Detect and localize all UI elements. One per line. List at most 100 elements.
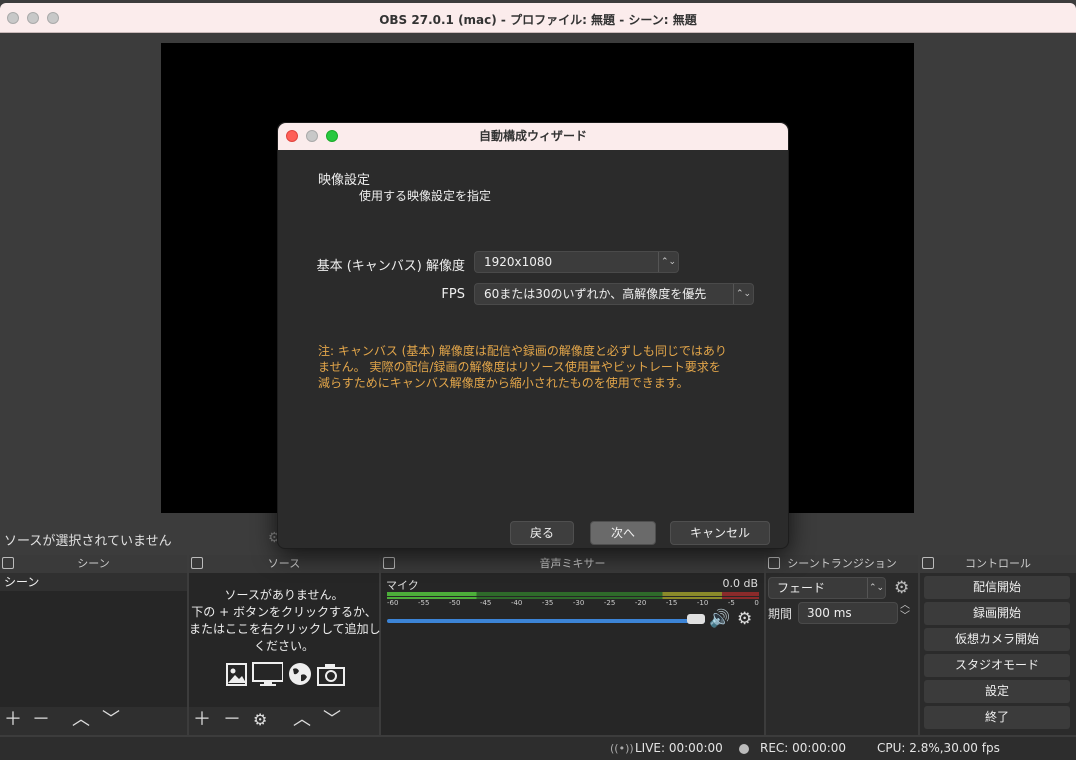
settings-button[interactable]: 設定 bbox=[924, 680, 1070, 703]
display-capture-icon bbox=[252, 662, 283, 686]
move-source-down-icon[interactable]: ﹀ bbox=[323, 710, 341, 730]
undock-icon[interactable] bbox=[191, 557, 203, 569]
audio-mixer-dock-header: 音声ミキサー bbox=[381, 555, 764, 573]
move-source-up-icon[interactable]: ︿ bbox=[293, 710, 311, 730]
undock-icon[interactable] bbox=[2, 557, 14, 569]
audio-mixer-footer bbox=[381, 707, 764, 735]
remove-scene-minus-icon[interactable]: － bbox=[32, 710, 50, 730]
sources-dock-header: ソース bbox=[189, 555, 379, 573]
scene-transitions-dock-title: シーントランジション bbox=[787, 557, 897, 570]
live-timer: LIVE: 00:00:00 bbox=[635, 741, 723, 755]
audio-mixer-body: マイク 0.0 dB -60 -55 -50 -45 -40 -35 -30 -… bbox=[381, 573, 764, 707]
chevron-up-down-icon: ⌃⌄ bbox=[733, 284, 753, 304]
scenes-dock-header: シーン bbox=[0, 555, 187, 573]
main-title-bar: OBS 27.0.1 (mac) - プロファイル: 無題 - シーン: 無題 bbox=[0, 3, 1076, 33]
meter-tick-label: -45 bbox=[479, 599, 492, 607]
sources-dock: ソース ソースがありません。 下の + ボタンをクリックするか、 またはここを右… bbox=[189, 555, 381, 735]
duration-spinbox[interactable]: 300 ms bbox=[798, 602, 898, 624]
cpu-usage: CPU: 2.8%,30.00 fps bbox=[877, 741, 1000, 755]
controls-dock-title: コントロール bbox=[965, 557, 1031, 570]
meter-tick-label: -20 bbox=[634, 599, 647, 607]
dialog-close-button[interactable] bbox=[286, 130, 298, 142]
record-dot-icon bbox=[739, 744, 749, 754]
start-virtual-camera-button[interactable]: 仮想カメラ開始 bbox=[924, 628, 1070, 651]
duration-label: 期間 bbox=[768, 607, 793, 621]
add-scene-plus-icon[interactable]: ＋ bbox=[4, 710, 22, 730]
sources-empty-line: またはここを右クリックして追加し bbox=[189, 622, 381, 636]
sources-toolbar: ＋ － ⚙ ︿ ﹀ bbox=[189, 707, 379, 735]
status-bar: ((•)) LIVE: 00:00:00 REC: 00:00:00 CPU: … bbox=[0, 737, 1076, 760]
remove-source-minus-icon[interactable]: － bbox=[223, 710, 241, 730]
mixer-channel-level: 0.0 dB bbox=[722, 577, 758, 590]
undock-icon[interactable] bbox=[768, 557, 780, 569]
sources-list[interactable]: ソースがありません。 下の + ボタンをクリックするか、 またはここを右クリック… bbox=[189, 573, 381, 707]
no-source-selected-label: ソースが選択されていません bbox=[4, 534, 172, 549]
mixer-settings-gear-icon[interactable]: ⚙ bbox=[737, 609, 752, 629]
window-title: OBS 27.0.1 (mac) - プロファイル: 無題 - シーン: 無題 bbox=[379, 13, 697, 27]
transition-select[interactable]: フェード ⌃⌄ bbox=[768, 577, 886, 599]
fps-select[interactable]: 60または30のいずれか、高解像度を優先 ⌃⌄ bbox=[474, 283, 754, 305]
exit-button[interactable]: 終了 bbox=[924, 706, 1070, 729]
resolution-note-line: 減らすためにキャンバス解像度から縮小されたものを使用できます。 bbox=[318, 376, 689, 390]
back-button[interactable]: 戻る bbox=[510, 521, 574, 545]
meter-tick-label: -25 bbox=[603, 599, 616, 607]
auto-config-wizard-dialog: 自動構成ウィザード 映像設定 使用する映像設定を指定 基本 (キャンバス) 解像… bbox=[277, 122, 789, 549]
fps-value: 60または30のいずれか、高解像度を優先 bbox=[484, 287, 707, 301]
start-recording-button[interactable]: 録画開始 bbox=[924, 602, 1070, 625]
volume-slider-track[interactable] bbox=[387, 619, 705, 623]
base-resolution-label: 基本 (キャンバス) 解像度 bbox=[316, 259, 465, 274]
meter-tick-label: -35 bbox=[541, 599, 554, 607]
undock-icon[interactable] bbox=[383, 557, 395, 569]
next-button[interactable]: 次へ bbox=[590, 521, 656, 545]
meter-tick-label: -50 bbox=[448, 599, 461, 607]
transition-settings-gear-icon[interactable]: ⚙ bbox=[894, 578, 909, 598]
meter-tick-label: -55 bbox=[417, 599, 430, 607]
scenes-dock: シーン シーン ＋ － ︿ ﹀ bbox=[0, 555, 187, 735]
scenes-dock-title: シーン bbox=[77, 557, 110, 570]
scene-transitions-dock: シーントランジション フェード ⌃⌄ ⚙ 期間 300 ms ︿ ﹀ bbox=[766, 555, 918, 735]
cancel-button[interactable]: キャンセル bbox=[670, 521, 770, 545]
controls-dock-header: コントロール bbox=[920, 555, 1076, 573]
scene-transitions-body: フェード ⌃⌄ ⚙ 期間 300 ms ︿ ﹀ bbox=[766, 573, 918, 707]
volume-meter-top bbox=[387, 592, 759, 596]
dialog-title: 自動構成ウィザード bbox=[478, 129, 587, 143]
move-scene-down-icon[interactable]: ﹀ bbox=[102, 710, 120, 730]
sources-empty-line: ソースがありません。 bbox=[224, 588, 344, 602]
sources-empty-line: 下の + ボタンをクリックするか、 bbox=[191, 605, 377, 619]
scene-list-item[interactable]: シーン bbox=[0, 573, 187, 591]
camera-icon bbox=[317, 664, 345, 686]
dialog-minimize-button[interactable] bbox=[306, 130, 318, 142]
volume-meter-scale: -60 -55 -50 -45 -40 -35 -30 -25 -20 -15 … bbox=[387, 599, 759, 607]
video-settings-subtitle: 使用する映像設定を指定 bbox=[359, 189, 492, 203]
live-broadcast-icon: ((•)) bbox=[610, 742, 634, 755]
scenes-list: シーン bbox=[0, 573, 187, 707]
move-scene-up-icon[interactable]: ︿ bbox=[72, 710, 90, 730]
studio-mode-button[interactable]: スタジオモード bbox=[924, 654, 1070, 677]
dialog-title-bar: 自動構成ウィザード bbox=[278, 123, 788, 150]
source-properties-gear-icon[interactable]: ⚙ bbox=[253, 710, 267, 730]
scene-transitions-footer bbox=[766, 707, 918, 735]
base-resolution-value: 1920x1080 bbox=[484, 255, 553, 269]
image-icon bbox=[226, 663, 247, 686]
dialog-zoom-button[interactable] bbox=[326, 130, 338, 142]
volume-slider-handle[interactable] bbox=[687, 614, 705, 624]
speaker-mute-icon[interactable]: 🔊 bbox=[709, 609, 730, 629]
meter-tick-label: -5 bbox=[727, 599, 735, 607]
start-streaming-button[interactable]: 配信開始 bbox=[924, 576, 1070, 599]
audio-mixer-dock-title: 音声ミキサー bbox=[539, 557, 606, 570]
add-source-plus-icon[interactable]: ＋ bbox=[193, 710, 211, 730]
controls-dock: コントロール 配信開始 録画開始 仮想カメラ開始 スタジオモード 設定 終了 bbox=[920, 555, 1076, 735]
controls-body: 配信開始 録画開始 仮想カメラ開始 スタジオモード 設定 終了 bbox=[920, 573, 1076, 735]
base-resolution-select[interactable]: 1920x1080 ⌃⌄ bbox=[474, 251, 679, 273]
browser-globe-icon bbox=[289, 663, 311, 685]
scenes-toolbar: ＋ － ︿ ﹀ bbox=[0, 707, 187, 735]
sources-empty-message: ソースがありません。 下の + ボタンをクリックするか、 またはここを右クリック… bbox=[189, 587, 381, 655]
mixer-channel-name: マイク bbox=[386, 579, 419, 592]
duration-stepper-icon[interactable]: ︿ ﹀ bbox=[900, 600, 910, 622]
audio-mixer-dock: 音声ミキサー マイク 0.0 dB -60 -55 -50 -45 -40 -3… bbox=[381, 555, 764, 735]
scene-transitions-dock-header: シーントランジション bbox=[766, 555, 918, 573]
video-settings-heading: 映像設定 bbox=[318, 173, 371, 188]
chevron-up-down-icon: ⌃⌄ bbox=[867, 578, 885, 598]
undock-icon[interactable] bbox=[922, 557, 934, 569]
resolution-note-line: ません。 実際の配信/録画の解像度はリソース使用量やビットレート要求を bbox=[318, 360, 721, 374]
